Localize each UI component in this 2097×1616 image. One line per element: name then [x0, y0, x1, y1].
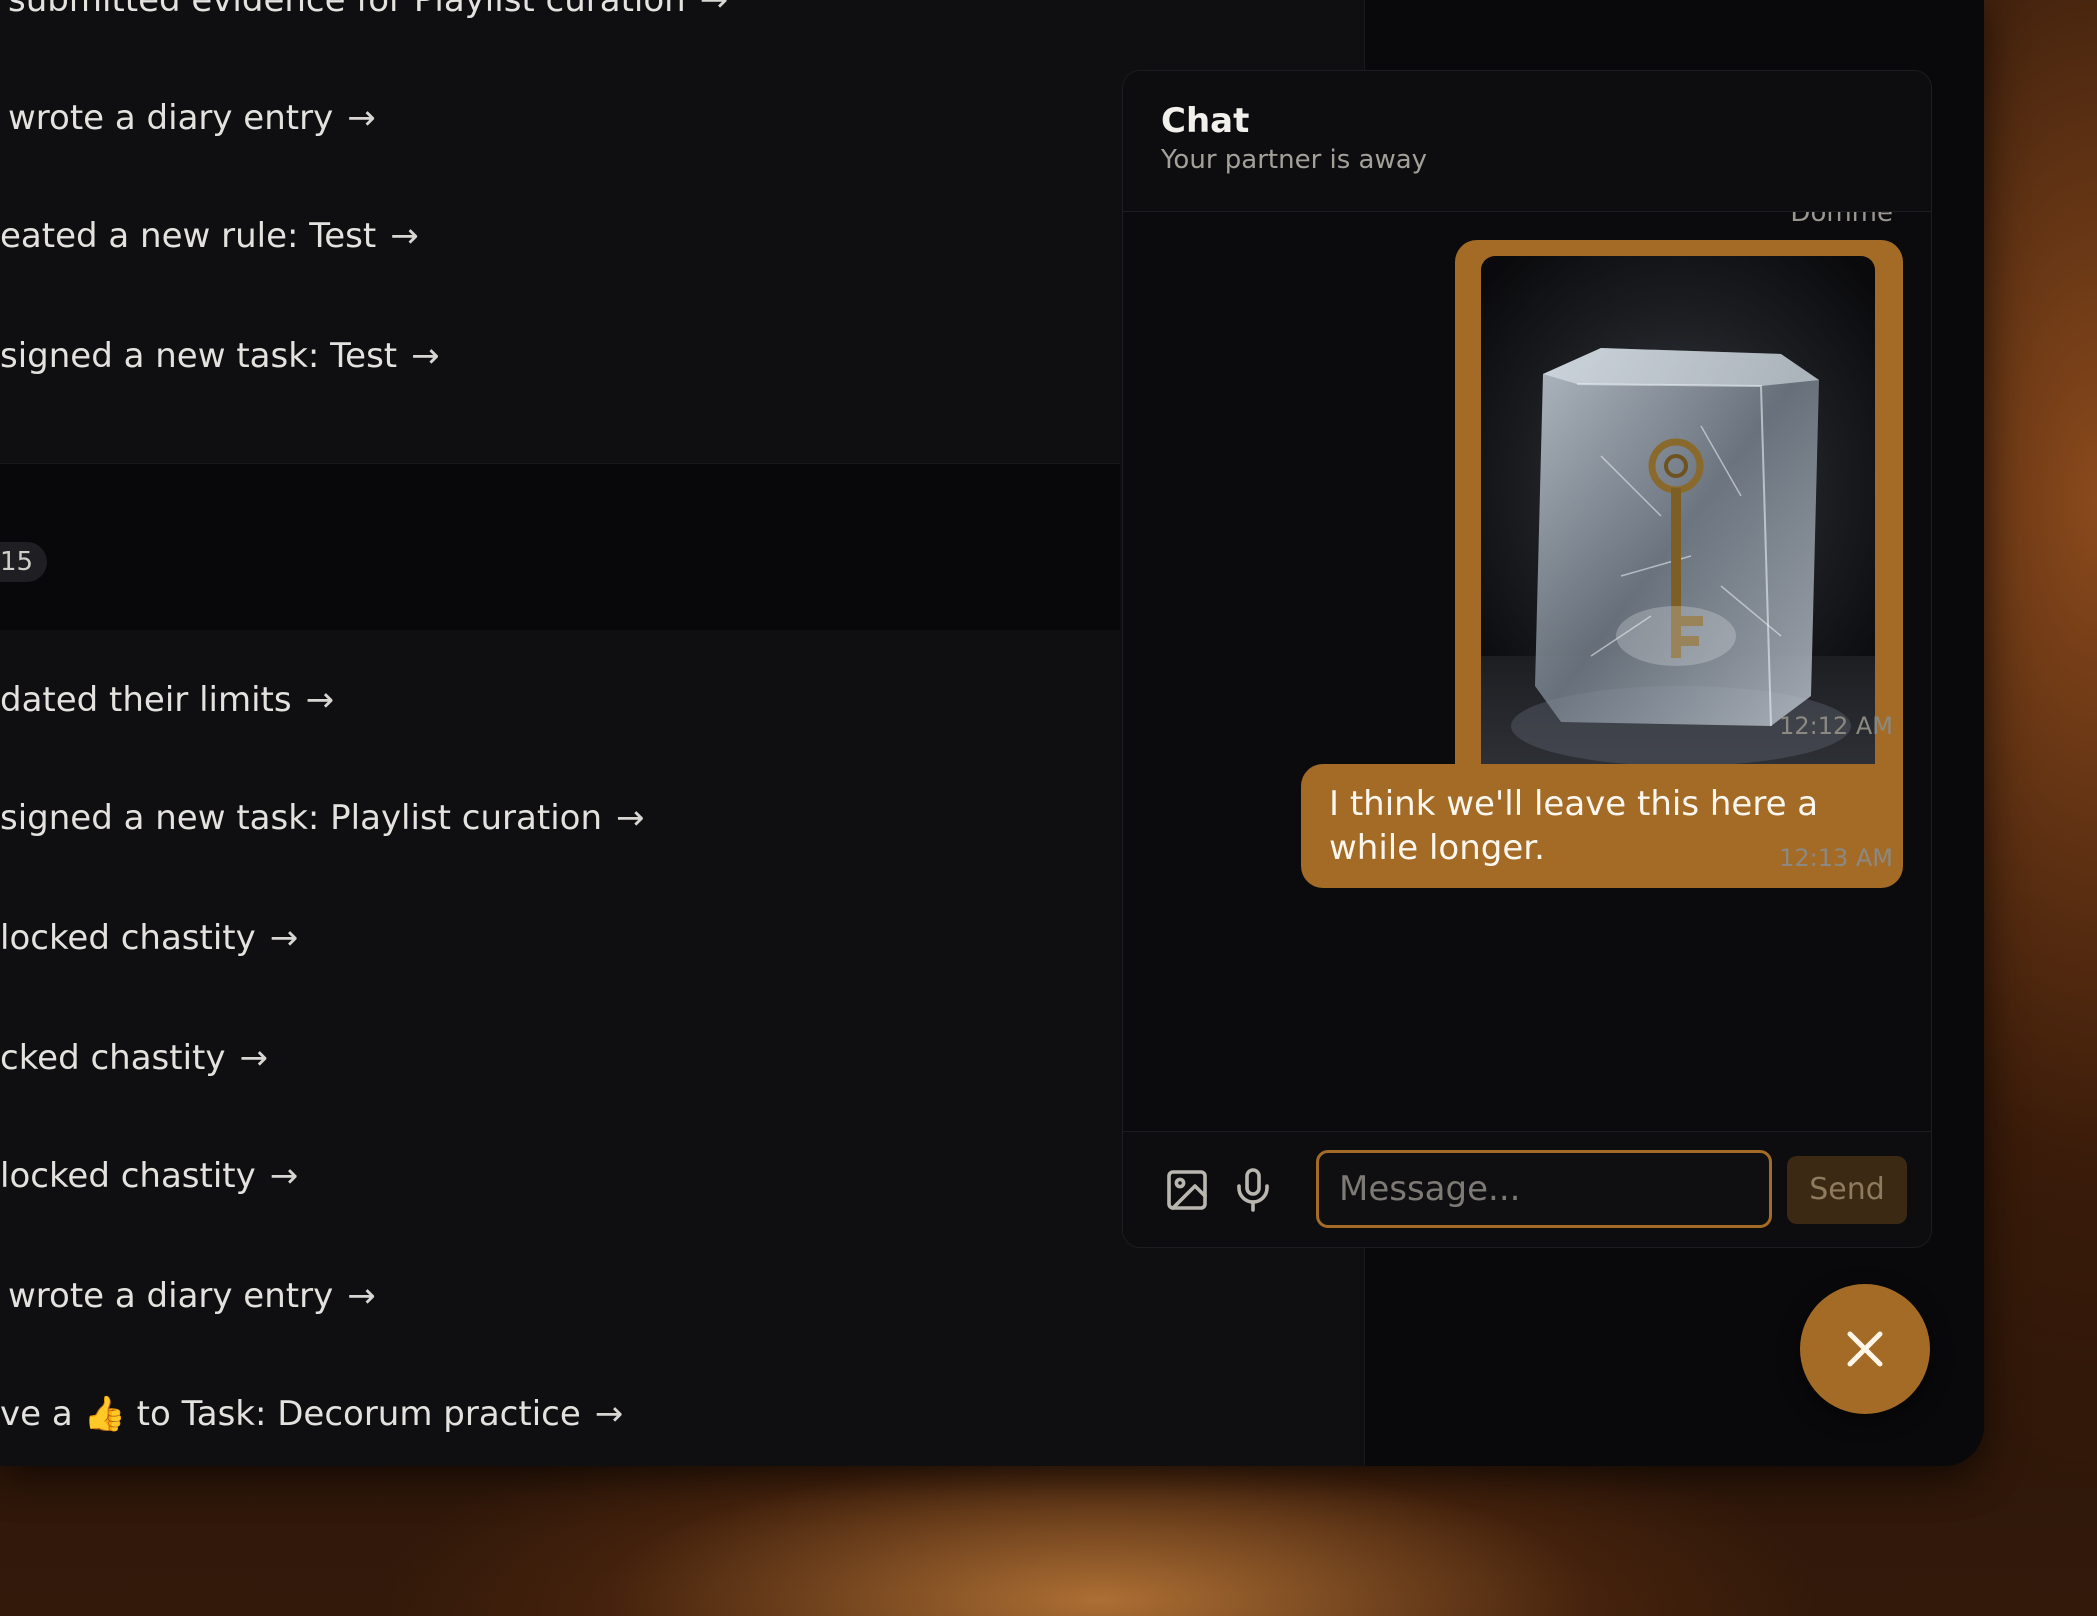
arrow-right-icon: → [411, 336, 440, 376]
arrow-right-icon: → [347, 98, 376, 138]
feed-item-text: signed a new task: Test [0, 336, 398, 376]
app-window: submitted evidence for Playlist curation… [0, 0, 1984, 1466]
feed-item[interactable]: cked chastity → [0, 1036, 268, 1080]
feed-item-text: wrote a diary entry [8, 1276, 334, 1316]
activity-feed-bottom: dated their limits → signed a new task: P… [0, 630, 1120, 1466]
feed-item[interactable]: wrote a diary entry → [8, 96, 376, 140]
arrow-right-icon: → [594, 1394, 624, 1434]
feed-item-text: dated their limits [0, 680, 292, 720]
arrow-right-icon: → [699, 0, 729, 20]
message-timestamp: 12:12 AM [1779, 712, 1893, 740]
chat-header: Chat Your partner is away [1123, 71, 1931, 212]
feed-item-text: locked chastity [0, 1156, 256, 1196]
image-icon[interactable] [1163, 1166, 1211, 1214]
microphone-icon[interactable] [1229, 1166, 1277, 1214]
feed-item[interactable]: signed a new task: Test → [0, 334, 440, 378]
arrow-right-icon: → [269, 1156, 299, 1196]
feed-item-text: ve a [0, 1394, 73, 1434]
feed-item-text: cked chastity [0, 1038, 226, 1078]
chat-title: Chat [1161, 101, 1250, 141]
key-in-ice-image[interactable] [1481, 256, 1875, 844]
feed-item[interactable]: locked chastity → [0, 916, 298, 960]
arrow-right-icon: → [347, 1276, 376, 1316]
chat-status: Your partner is away [1161, 145, 1428, 175]
thumbs-up-icon: 👍 [83, 1394, 126, 1434]
key-in-ice-illustration [1481, 348, 1875, 844]
feed-item-text: to Task: Decorum practice [136, 1394, 581, 1434]
feed-item[interactable]: signed a new task: Playlist curation → [0, 796, 645, 840]
feed-item[interactable]: submitted evidence for Playlist curation… [8, 0, 728, 22]
arrow-right-icon: → [269, 918, 299, 958]
message-list[interactable]: Domme 12:12 AM I think we'll leave this … [1123, 212, 1931, 1130]
message-timestamp: 12:13 AM [1779, 844, 1893, 872]
sender-name: Domme [1790, 212, 1893, 228]
feed-item[interactable]: ve a 👍 to Task: Decorum practice → [0, 1392, 623, 1436]
arrow-right-icon: → [305, 680, 335, 720]
feed-item-text: wrote a diary entry [8, 98, 334, 138]
arrow-right-icon: → [239, 1038, 269, 1078]
message-composer: Send [1123, 1131, 1931, 1247]
chat-panel: Chat Your partner is away Domme 12:12 AM… [1122, 70, 1932, 1248]
feed-item[interactable]: wrote a diary entry → [8, 1274, 376, 1318]
message-input[interactable] [1316, 1150, 1772, 1228]
feed-item-text: submitted evidence for Playlist curation [8, 0, 686, 20]
date-divider: 15 [0, 463, 1120, 631]
feed-item[interactable]: dated their limits → [0, 678, 334, 722]
arrow-right-icon: → [390, 216, 419, 256]
send-button[interactable]: Send [1787, 1156, 1907, 1224]
activity-feed-top: submitted evidence for Playlist curation… [0, 0, 1120, 462]
feed-item[interactable]: eated a new rule: Test → [0, 214, 419, 258]
feed-item[interactable]: locked chastity → [0, 1154, 298, 1198]
date-chip: 15 [0, 542, 48, 582]
feed-item-text: locked chastity [0, 918, 256, 958]
feed-item-text: eated a new rule: Test [0, 216, 377, 256]
close-icon [1847, 1331, 1883, 1367]
feed-item-text: signed a new task: Playlist curation [0, 798, 602, 838]
close-chat-button[interactable] [1800, 1284, 1930, 1414]
arrow-right-icon: → [616, 798, 645, 838]
